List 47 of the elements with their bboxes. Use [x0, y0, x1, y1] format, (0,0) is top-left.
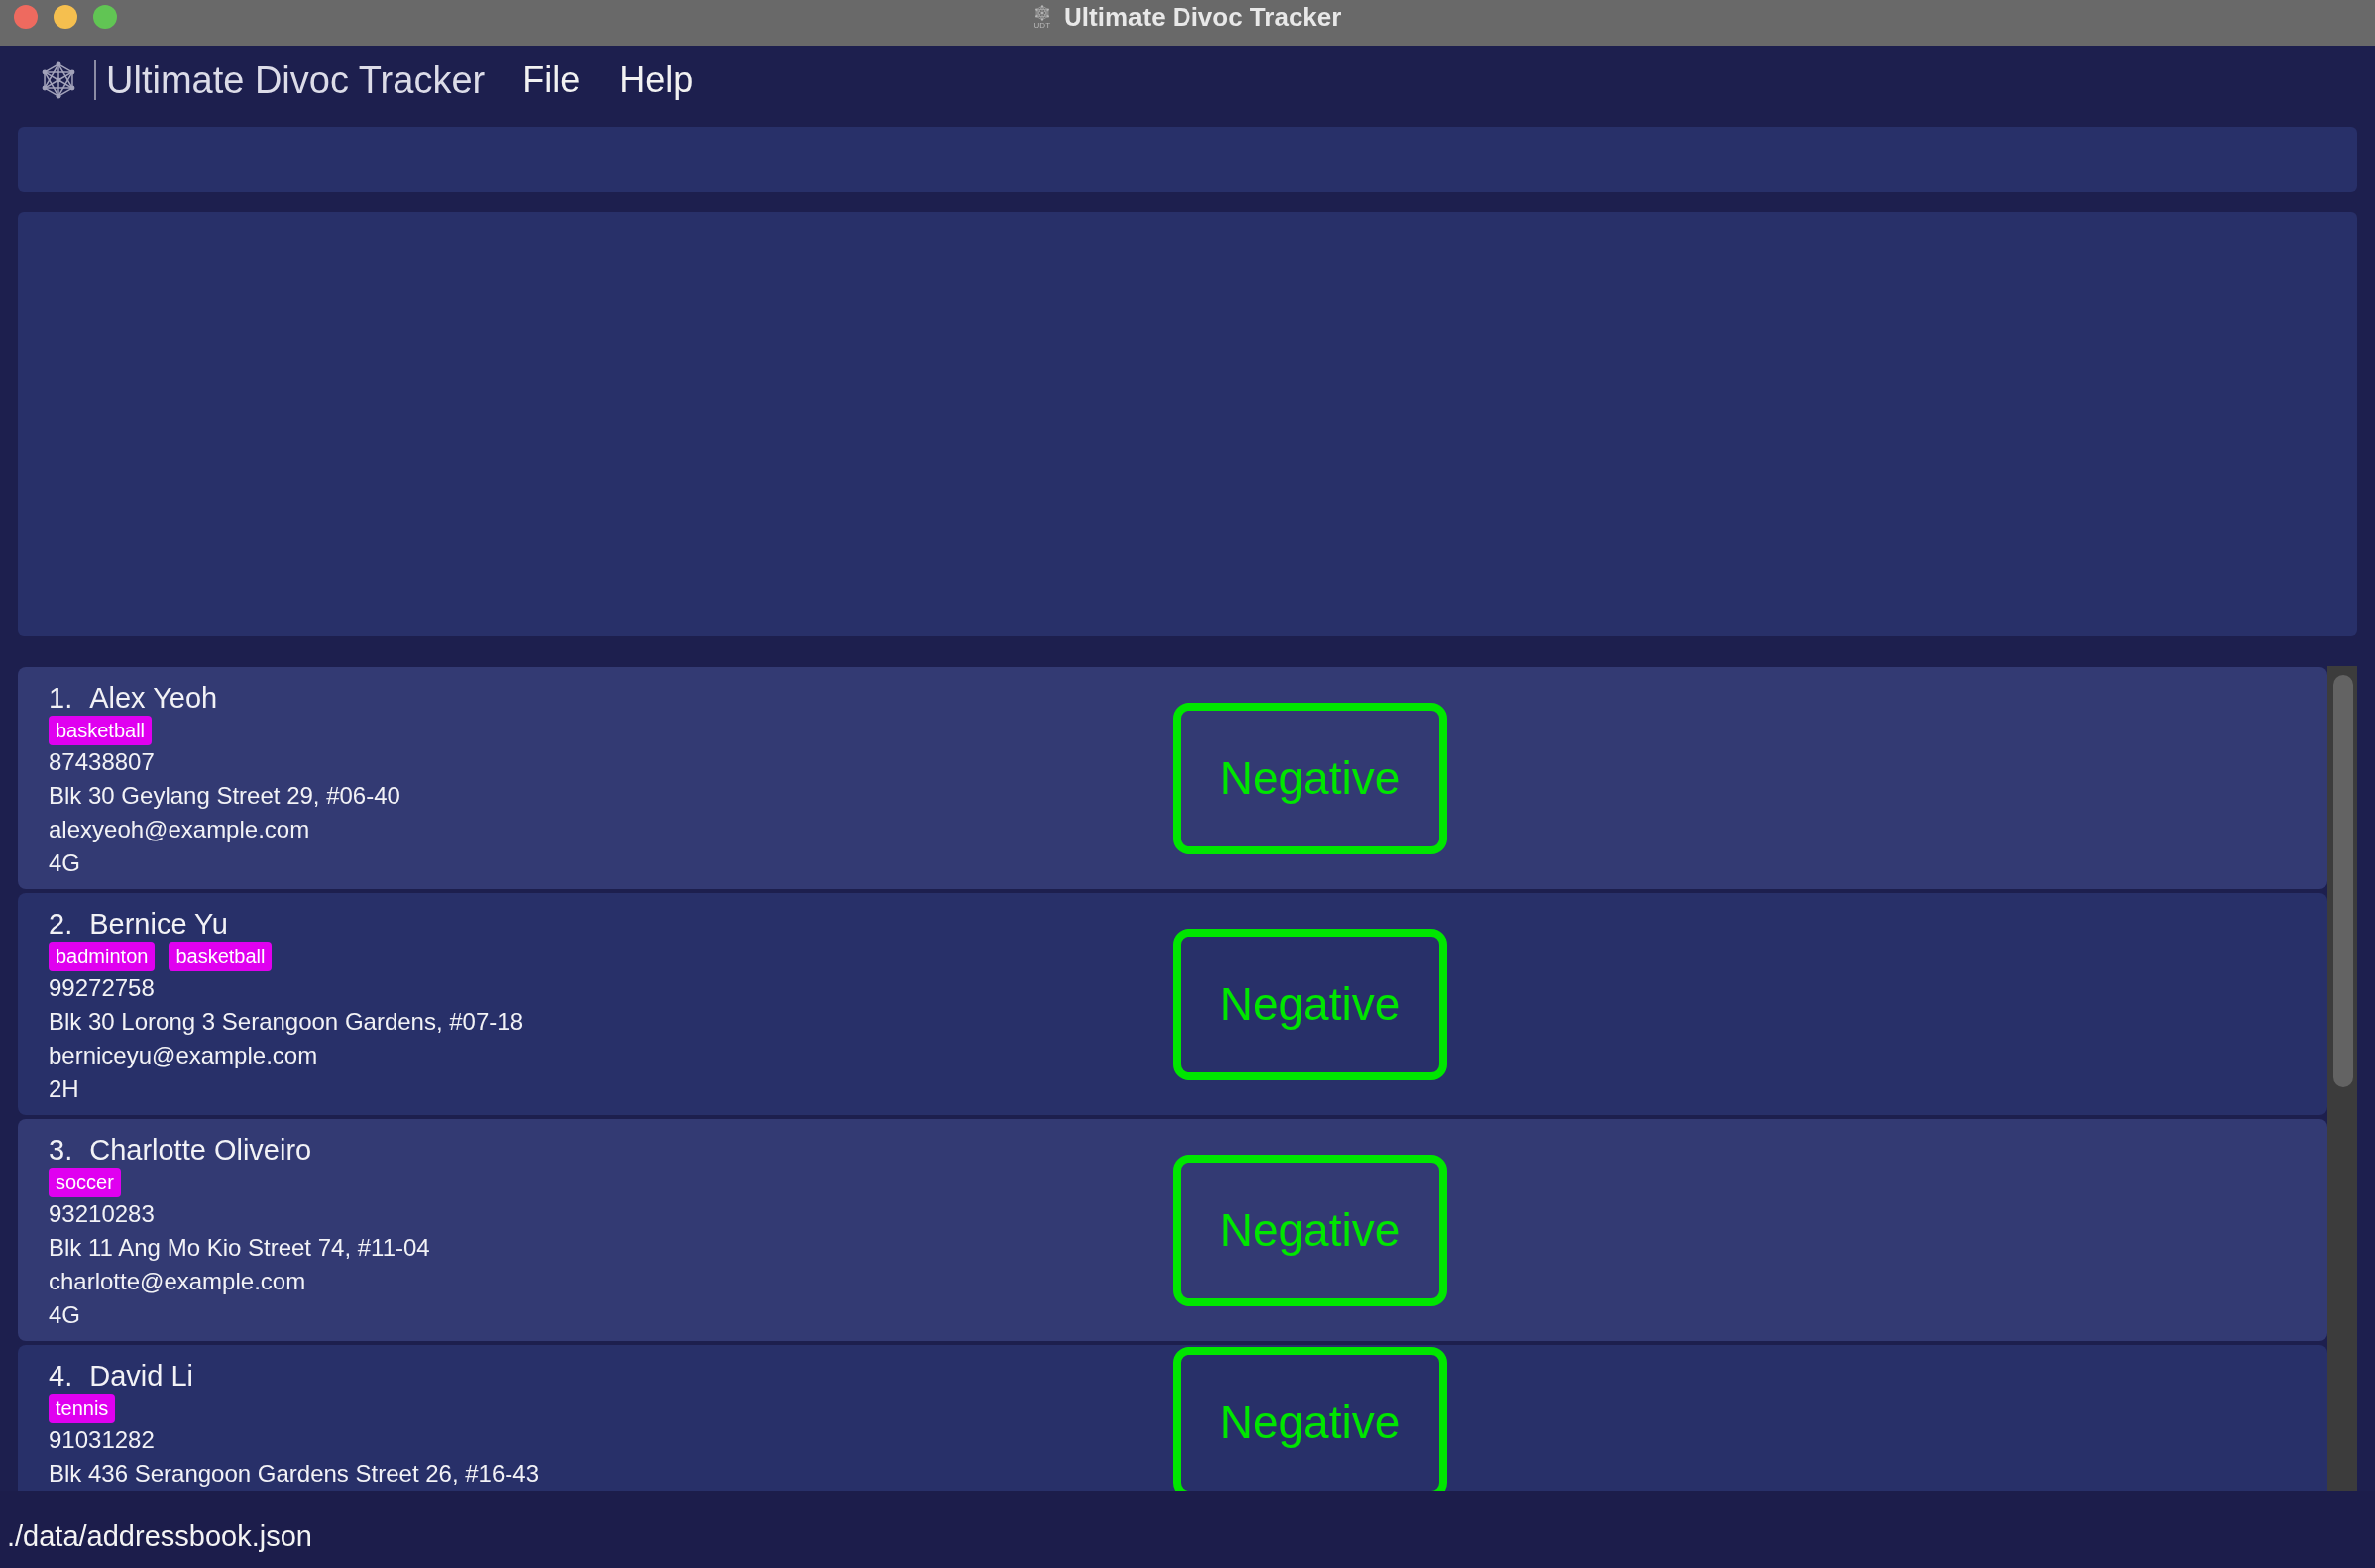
command-field[interactable] — [18, 127, 2357, 192]
address: Blk 436 Serangoon Gardens Street 26, #16-43 — [49, 1459, 539, 1489]
hexagon-logo-icon — [40, 61, 77, 99]
list-number: 2. — [49, 907, 73, 942]
status-badge: Negative — [1173, 928, 1447, 1080]
tag-label: soccer — [49, 1168, 121, 1197]
email-address: charlotte@example.com — [49, 1267, 306, 1296]
status-badge: Negative — [1173, 702, 1447, 854]
phone-number: 99272758 — [49, 973, 155, 1003]
class-label: 4G — [49, 1300, 80, 1330]
window-title: Ultimate Divoc Tracker — [1064, 1, 1342, 33]
address: Blk 30 Lorong 3 Serangoon Gardens, #07-18 — [49, 1007, 523, 1037]
class-label: 2H — [49, 1074, 79, 1104]
file-path: ./data/addressbook.json — [7, 1519, 312, 1553]
app-name: Ultimate Divoc Tracker — [106, 58, 486, 102]
address: Blk 30 Geylang Street 29, #06-40 — [49, 781, 400, 811]
close-button[interactable] — [14, 5, 38, 29]
list-number: 4. — [49, 1359, 73, 1394]
person-name: Bernice Yu — [89, 907, 228, 942]
list-number: 3. — [49, 1133, 73, 1168]
status-badge: Negative — [1173, 1154, 1447, 1306]
class-label: 4G — [49, 848, 80, 878]
scrollbar-thumb[interactable] — [2333, 675, 2353, 1087]
menu-item[interactable]: File — [503, 56, 601, 105]
phone-number: 93210283 — [49, 1199, 155, 1229]
phone-number: 87438807 — [49, 747, 155, 777]
person-card[interactable]: 4. David Li tennis 91031282 Blk 436 Serangoon Gardens Street 26, #16-43 Negative — [18, 1345, 2327, 1491]
email-address: berniceyu@example.com — [49, 1041, 318, 1070]
minimize-button[interactable] — [54, 5, 77, 29]
menu-item[interactable]: Help — [600, 56, 714, 105]
hexagon-logo-icon — [1033, 4, 1050, 21]
phone-number: 91031282 — [49, 1425, 155, 1455]
person-name: Alex Yeoh — [89, 681, 218, 716]
person-card[interactable]: 2. Bernice Yu badminton basketball 99272758 Blk 30 Lorong 3 Serangoon Gardens, #07-18 berniceyu@example.com 2H Negative — [18, 893, 2327, 1115]
tag-label: badminton — [49, 942, 156, 971]
person-name: Charlotte Oliveiro — [89, 1133, 312, 1168]
tag-label: tennis — [49, 1394, 116, 1423]
email-address: alexyeoh@example.com — [49, 815, 310, 844]
zoom-button[interactable] — [93, 5, 117, 29]
person-card[interactable]: 1. Alex Yeoh basketball 87438807 Blk 30 Geylang Street 29, #06-40 alexyeoh@example.com 4G Negative — [18, 667, 2327, 889]
icon-caption: UDT — [1033, 20, 1051, 30]
tag-label: basketball — [49, 716, 153, 745]
person-card[interactable]: 3. Charlotte Oliveiro soccer 93210283 Blk 11 Ang Mo Kio Street 74, #11-04 charlotte@example.com 4G Negative — [18, 1119, 2327, 1341]
tag-label: basketball — [169, 942, 273, 971]
person-name: David Li — [89, 1359, 193, 1394]
list-number: 1. — [49, 681, 73, 716]
address: Blk 11 Ang Mo Kio Street 74, #11-04 — [49, 1233, 430, 1263]
